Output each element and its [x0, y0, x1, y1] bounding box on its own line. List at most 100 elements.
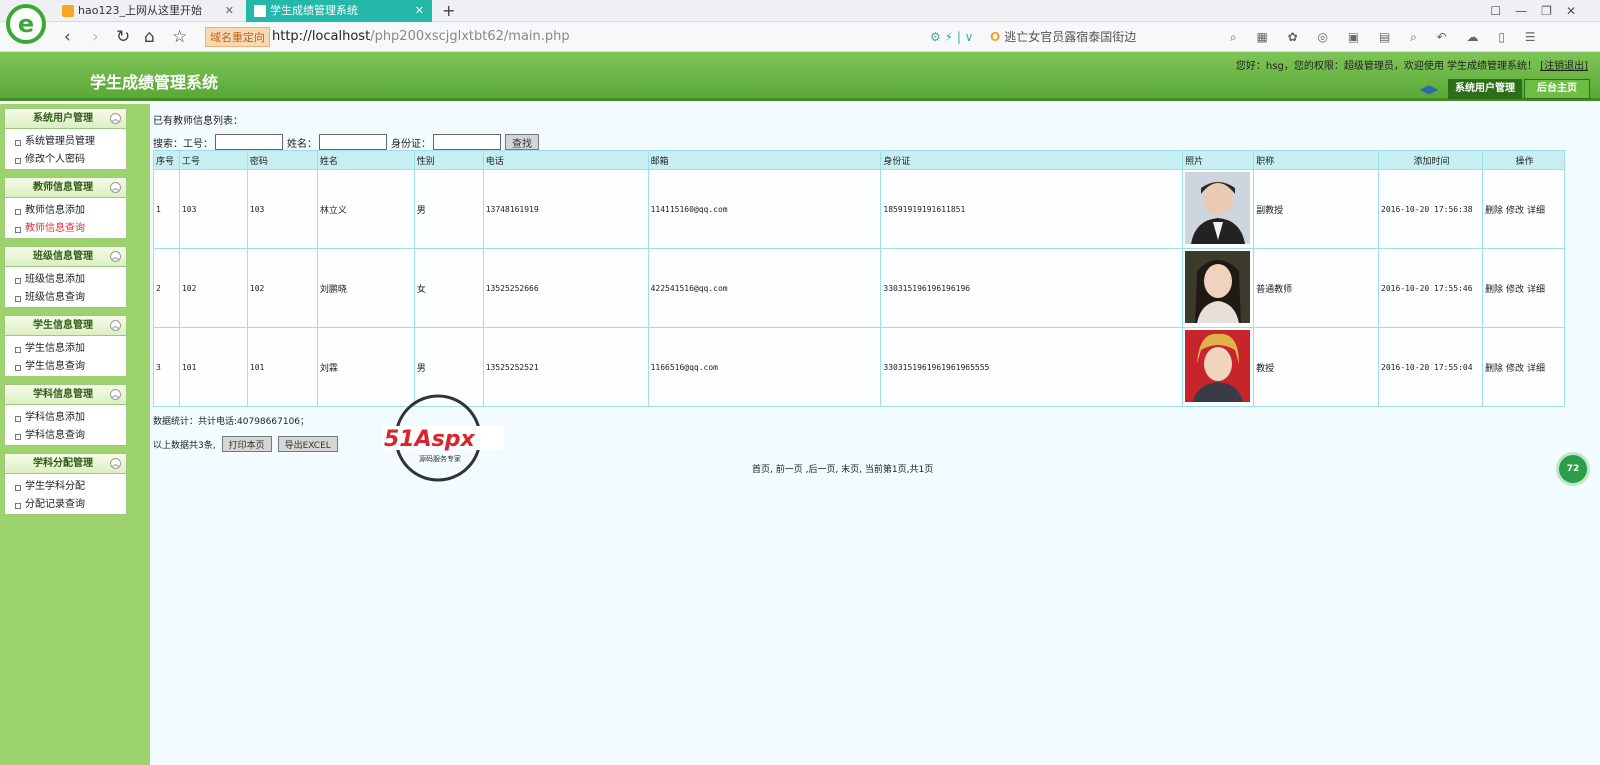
idcard-input[interactable]	[433, 134, 501, 150]
floating-assistant-button[interactable]: 72	[1556, 452, 1590, 486]
sidebar-item-assign-subject[interactable]: 学生学科分配	[5, 478, 126, 496]
topnav-home[interactable]: 后台主页	[1524, 79, 1590, 99]
delete-link[interactable]: 删除	[1485, 364, 1503, 374]
sidebar-item-subject-query[interactable]: 学科信息查询	[5, 427, 126, 445]
menu-header-label: 学科分配管理	[33, 458, 93, 469]
sidebar-item-subject-add[interactable]: 学科信息添加	[5, 409, 126, 427]
cell-time: 2016-10-20 17:55:04	[1378, 327, 1483, 407]
menu-header-label: 学科信息管理	[33, 389, 93, 400]
edit-link[interactable]: 修改	[1506, 285, 1524, 295]
sidebar-item-teacher-query[interactable]: 教师信息查询	[5, 220, 126, 238]
window-controls[interactable]: ☐—❐✕	[1490, 0, 1590, 22]
cell-phone: 13525252521	[482, 327, 649, 407]
column-header: 邮箱	[647, 150, 882, 170]
redirect-badge: 域名重定向	[205, 27, 270, 47]
menu-header-label: 班级信息管理	[33, 251, 93, 262]
menu-header-label: 教师信息管理	[33, 182, 93, 193]
home-icon[interactable]: ⌂	[144, 26, 155, 48]
cell-time: 2016-10-20 17:55:46	[1378, 248, 1483, 328]
menu-header-label: 学生信息管理	[33, 320, 93, 331]
column-header: 工号	[178, 150, 248, 170]
news-search-field[interactable]: O 逃亡女官员露宿泰国街边	[990, 27, 1250, 47]
cell-password: 103	[246, 169, 318, 249]
nav-arrows-icon[interactable]: ◀▶	[1416, 81, 1442, 97]
cell-gender: 女	[413, 248, 484, 328]
menu-header[interactable]: 系统用户管理 ︽	[5, 109, 126, 129]
forward-icon[interactable]: ›	[92, 26, 99, 48]
lightning-icon[interactable]: ⚙ ⚡ | ∨	[930, 27, 973, 47]
menu-group-student: 学生信息管理 ︽ 学生信息添加 学生信息查询	[4, 315, 127, 377]
url-path: /php200xscjglxtbt62/main.php	[370, 29, 570, 44]
column-header: 添加时间	[1378, 150, 1483, 170]
export-excel-button[interactable]: 导出EXCEL	[277, 436, 338, 452]
teacher-name-input[interactable]	[319, 134, 387, 150]
sidebar-item-student-add[interactable]: 学生信息添加	[5, 340, 126, 358]
back-icon[interactable]: ‹	[64, 26, 71, 48]
column-header: 密码	[246, 150, 318, 170]
table-row: 2 102 102 刘鹏晓 女 13525252666 422541516@qq…	[153, 248, 1566, 328]
menu-header[interactable]: 学科分配管理 ︽	[5, 454, 126, 474]
menu-header[interactable]: 教师信息管理 ︽	[5, 178, 126, 198]
url-field[interactable]: http://localhost/php200xscjglxtbt62/main…	[272, 27, 570, 47]
record-count: 以上数据共3条,	[153, 440, 216, 451]
sidebar-item-class-add[interactable]: 班级信息添加	[5, 271, 126, 289]
menu-header[interactable]: 学科信息管理 ︽	[5, 385, 126, 405]
collapse-icon[interactable]: ︽	[110, 458, 121, 469]
sidebar-item-admin-manage[interactable]: 系统管理员管理	[5, 133, 126, 151]
star-icon[interactable]: ☆	[172, 26, 187, 48]
menu-header[interactable]: 班级信息管理 ︽	[5, 247, 126, 267]
teacher-table: 序号 工号 密码 姓名 性别 电话 邮箱 身份证 照片 职称 添加时间 操作 1…	[153, 150, 1566, 407]
collapse-icon[interactable]: ︽	[110, 251, 121, 262]
sidebar-item-student-query[interactable]: 学生信息查询	[5, 358, 126, 376]
cell-photo	[1182, 327, 1255, 407]
collapse-icon[interactable]: ︽	[110, 113, 121, 124]
field-label-id: 工号：	[183, 138, 213, 150]
delete-link[interactable]: 删除	[1485, 285, 1503, 295]
sidebar-item-class-query[interactable]: 班级信息查询	[5, 289, 126, 307]
cell-no: 1	[153, 169, 180, 249]
collapse-icon[interactable]: ︽	[110, 389, 121, 400]
print-button[interactable]: 打印本页	[221, 436, 272, 452]
tab-label: 学生成绩管理系统	[270, 4, 358, 17]
detail-link[interactable]: 详细	[1527, 285, 1545, 295]
menu-group-system-users: 系统用户管理 ︽ 系统管理员管理 修改个人密码	[4, 108, 127, 170]
new-tab-button[interactable]: +	[442, 0, 455, 22]
cell-title: 普通教师	[1253, 248, 1380, 328]
teacher-photo-image	[1185, 330, 1251, 402]
cell-actions: 删除 修改 详细	[1481, 327, 1566, 407]
teacher-id-input[interactable]	[215, 134, 283, 150]
detail-link[interactable]: 详细	[1527, 206, 1545, 216]
cell-idcard: 330315196196196196	[880, 248, 1184, 328]
tab-app[interactable]: 学生成绩管理系统 ✕	[246, 0, 432, 22]
data-stats: 数据统计：共计电话:40798667106；	[153, 417, 310, 427]
sidebar-item-assign-records[interactable]: 分配记录查询	[5, 496, 126, 514]
hao123-favicon-icon	[62, 5, 74, 17]
logout-link[interactable]: [注销退出]	[1540, 61, 1588, 72]
sidebar-item-teacher-add[interactable]: 教师信息添加	[5, 202, 126, 220]
app-header: 学生成绩管理系统 您好：hsg，您的权限：超级管理员，欢迎使用 学生成绩管理系统…	[0, 52, 1600, 101]
sidebar-item-change-password[interactable]: 修改个人密码	[5, 151, 126, 169]
menu-header[interactable]: 学生信息管理 ︽	[5, 316, 126, 336]
menu-group-subject: 学科信息管理 ︽ 学科信息添加 学科信息查询	[4, 384, 127, 446]
search-button[interactable]: 查找	[505, 134, 539, 150]
list-title: 已有教师信息列表：	[153, 116, 243, 127]
table-row: 1 103 103 林立义 男 13748161919 114115160@qq…	[153, 169, 1566, 249]
cell-no: 2	[153, 248, 180, 328]
collapse-icon[interactable]: ︽	[110, 320, 121, 331]
close-icon[interactable]: ✕	[225, 0, 234, 22]
collapse-icon[interactable]: ︽	[110, 182, 121, 193]
topnav-system-users[interactable]: 系统用户管理	[1448, 79, 1522, 99]
menu-header-label: 系统用户管理	[33, 113, 93, 124]
close-icon[interactable]: ✕	[415, 0, 424, 22]
menu-group-assignment: 学科分配管理 ︽ 学生学科分配 分配记录查询	[4, 453, 127, 515]
detail-link[interactable]: 详细	[1527, 364, 1545, 374]
delete-link[interactable]: 删除	[1485, 206, 1503, 216]
refresh-icon[interactable]: ↻	[116, 26, 130, 48]
pagination[interactable]: 首页, 前一页 ,后一页, 末页, 当前第1页,共1页	[752, 462, 933, 475]
browser-tab-bar: hao123_上网从这里开始 ✕ 学生成绩管理系统 ✕ + ☐—❐✕	[0, 0, 1600, 22]
cell-idcard: 3303151961961961965555	[880, 327, 1184, 407]
extension-icons[interactable]: ⌕ ▦ ✿ ◎ ▣ ▤ ⌕ ↶ ☁ ▯ ☰	[1230, 27, 1544, 47]
edit-link[interactable]: 修改	[1506, 206, 1524, 216]
tab-hao123[interactable]: hao123_上网从这里开始 ✕	[54, 0, 242, 22]
edit-link[interactable]: 修改	[1506, 364, 1524, 374]
